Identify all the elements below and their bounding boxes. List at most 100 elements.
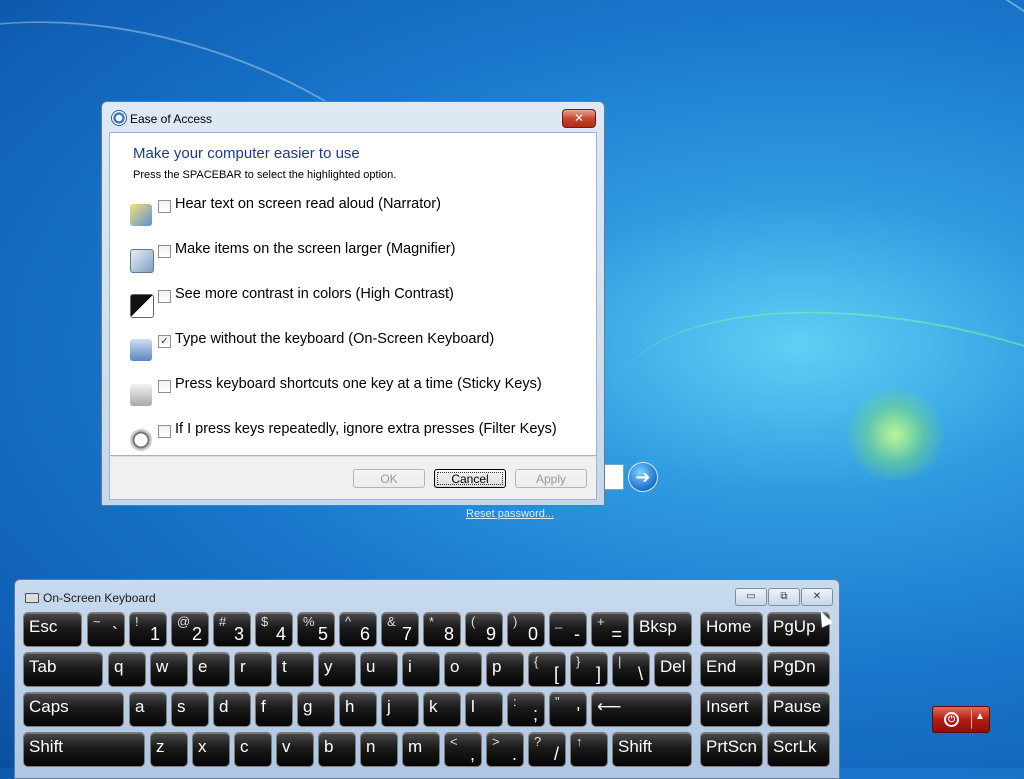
apply-button[interactable]: Apply <box>515 469 587 488</box>
key-quote[interactable]: " ' <box>549 692 587 727</box>
key-c[interactable]: c <box>234 732 272 767</box>
key-m[interactable]: m <box>402 732 440 767</box>
key-esc[interactable]: Esc <box>23 612 82 647</box>
magnifier-icon <box>130 249 154 273</box>
key-equal[interactable]: + = <box>591 612 629 647</box>
minimize-button[interactable]: ▭ <box>735 588 767 606</box>
key-n[interactable]: n <box>360 732 398 767</box>
key-a[interactable]: a <box>129 692 167 727</box>
restore-button[interactable]: ⧉ <box>768 588 800 606</box>
cancel-button[interactable]: Cancel <box>434 469 506 488</box>
key-l[interactable]: l <box>465 692 503 727</box>
key-i[interactable]: i <box>402 652 440 687</box>
key-semicolon[interactable]: :; <box>507 692 545 727</box>
key-0[interactable]: ) 0 <box>507 612 545 647</box>
key-w[interactable]: w <box>150 652 188 687</box>
option-filter-keys[interactable]: If I press keys repeatedly, ignore extra… <box>110 421 590 461</box>
key-prtscn[interactable]: PrtScn <box>700 732 763 767</box>
close-icon: ✕ <box>573 111 585 125</box>
high-contrast-checkbox[interactable] <box>158 290 171 303</box>
restore-icon: ⧉ <box>780 591 788 602</box>
key-z[interactable]: z <box>150 732 188 767</box>
ok-button[interactable]: OK <box>353 469 425 488</box>
key-k[interactable]: k <box>423 692 461 727</box>
key-b[interactable]: b <box>318 732 356 767</box>
key-9[interactable]: (9 <box>465 612 503 647</box>
key-d[interactable]: d <box>213 692 251 727</box>
key-backspace[interactable]: Bksp <box>633 612 692 647</box>
key-minus[interactable]: _ - <box>549 612 587 647</box>
option-magnifier[interactable]: Make items on the screen larger (Magnifi… <box>110 241 590 281</box>
key-backslash[interactable]: | \ <box>612 652 650 687</box>
option-label: Type without the keyboard (On-Screen Key… <box>175 331 495 347</box>
key-home[interactable]: Home <box>700 612 763 647</box>
option-label: Press keyboard shortcuts one key at a ti… <box>175 376 542 392</box>
key-3[interactable]: #3 <box>213 612 251 647</box>
divider <box>971 710 972 729</box>
key-2[interactable]: @2 <box>171 612 209 647</box>
high-contrast-icon <box>130 294 154 318</box>
shutdown-options-arrow-icon[interactable]: ▲ <box>975 711 985 722</box>
key-right-bracket[interactable]: }] <box>570 652 608 687</box>
option-narrator[interactable]: Hear text on screen read aloud (Narrator… <box>110 196 590 236</box>
key-8[interactable]: * 8 <box>423 612 461 647</box>
submit-arrow-button[interactable]: ➔ <box>628 462 658 492</box>
option-sticky-keys[interactable]: Press keyboard shortcuts one key at a ti… <box>110 376 590 416</box>
keyboard-icon <box>25 593 39 603</box>
key-slash[interactable]: ? / <box>528 732 566 767</box>
key-o[interactable]: o <box>444 652 482 687</box>
key-pgdn[interactable]: PgDn <box>767 652 830 687</box>
key-shift-left[interactable]: Shift <box>23 732 145 767</box>
key-7[interactable]: & 7 <box>381 612 419 647</box>
ease-of-access-icon <box>111 110 127 126</box>
sticky-keys-checkbox[interactable] <box>158 380 171 393</box>
key-6[interactable]: ^ 6 <box>339 612 377 647</box>
key-period[interactable]: >. <box>486 732 524 767</box>
key-del[interactable]: Del <box>654 652 692 687</box>
key-t[interactable]: t <box>276 652 314 687</box>
key-r[interactable]: r <box>234 652 272 687</box>
shutdown-button[interactable]: ⏻ ▲ <box>932 706 990 733</box>
key-x[interactable]: x <box>192 732 230 767</box>
power-icon: ⏻ <box>944 712 959 727</box>
key-p[interactable]: p <box>486 652 524 687</box>
key-g[interactable]: g <box>297 692 335 727</box>
option-high-contrast[interactable]: See more contrast in colors (High Contra… <box>110 286 590 326</box>
key-5[interactable]: % 5 <box>297 612 335 647</box>
key-y[interactable]: y <box>318 652 356 687</box>
key-4[interactable]: $4 <box>255 612 293 647</box>
key-j[interactable]: j <box>381 692 419 727</box>
close-button[interactable]: ✕ <box>801 588 833 606</box>
dialog-close-button[interactable]: ✕ <box>562 109 596 128</box>
key-caps[interactable]: Caps <box>23 692 124 727</box>
key-h[interactable]: h <box>339 692 377 727</box>
key-scrlk[interactable]: ScrLk <box>767 732 830 767</box>
filter-keys-checkbox[interactable] <box>158 425 171 438</box>
key-1[interactable]: ! 1 <box>129 612 167 647</box>
key-tilde[interactable]: ~ ` <box>87 612 125 647</box>
key-end[interactable]: End <box>700 652 763 687</box>
key-insert[interactable]: Insert <box>700 692 763 727</box>
key-v[interactable]: v <box>276 732 314 767</box>
up-arrow-icon: ↑ <box>576 734 583 749</box>
reset-password-link[interactable]: Reset password... <box>466 508 554 520</box>
key-left-bracket[interactable]: {[ <box>528 652 566 687</box>
key-u[interactable]: u <box>360 652 398 687</box>
narrator-checkbox[interactable] <box>158 200 171 213</box>
key-q[interactable]: q <box>108 652 146 687</box>
key-f[interactable]: f <box>255 692 293 727</box>
key-tab[interactable]: Tab <box>23 652 103 687</box>
key-up-arrow[interactable]: ↑ <box>570 732 608 767</box>
key-shift-right[interactable]: Shift <box>612 732 692 767</box>
key-s[interactable]: s <box>171 692 209 727</box>
key-e[interactable]: e <box>192 652 230 687</box>
close-icon: ✕ <box>812 591 822 602</box>
key-comma[interactable]: <, <box>444 732 482 767</box>
option-on-screen-keyboard[interactable]: ✓ Type without the keyboard (On-Screen K… <box>110 331 590 371</box>
on-screen-keyboard-checkbox[interactable]: ✓ <box>158 335 171 348</box>
key-enter[interactable]: ⟵ <box>591 692 692 727</box>
magnifier-checkbox[interactable] <box>158 245 171 258</box>
stopwatch-icon <box>130 429 152 451</box>
key-pause[interactable]: Pause <box>767 692 830 727</box>
option-label: If I press keys repeatedly, ignore extra… <box>175 421 557 437</box>
